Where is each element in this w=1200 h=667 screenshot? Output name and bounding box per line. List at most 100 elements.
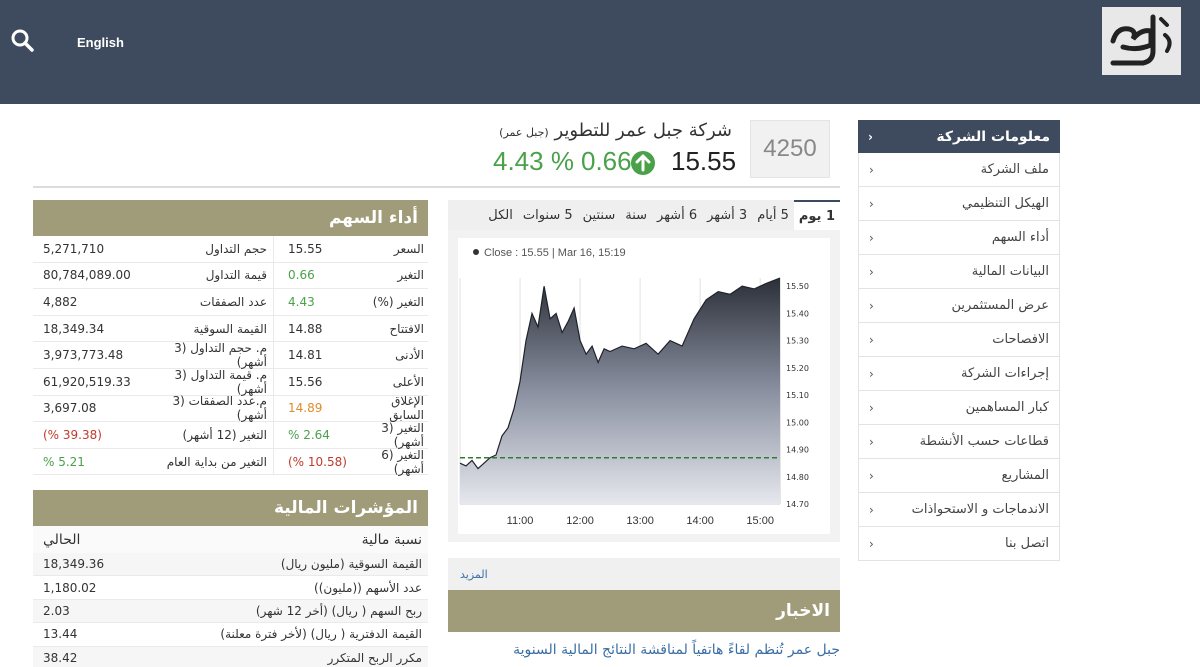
chevron-left-icon: ‹ bbox=[869, 366, 874, 381]
company-name: شركة جبل عمر للتطوير (جبل عمر) bbox=[499, 120, 732, 141]
price-change-pct: 4.43 % bbox=[493, 146, 574, 176]
metric-value: 4.43 bbox=[288, 294, 315, 309]
last-price: 15.55 bbox=[671, 146, 737, 176]
ratio-value: 1,180.02 bbox=[43, 580, 97, 595]
x-tick-label: 12:00 bbox=[566, 515, 594, 527]
table-row: عدد الأسهم ((مليون)) 1,180.02 bbox=[33, 576, 428, 600]
metric-value: 3,697.08 bbox=[43, 401, 97, 416]
column-separator bbox=[273, 395, 278, 422]
ratio-label: عدد الأسهم ((مليون)) bbox=[314, 580, 422, 595]
price-chart-svg: 15.50 15.40 15.30 15.20 15.10 15.00 14.90 14.80… bbox=[458, 238, 830, 534]
chevron-left-icon: ‹ bbox=[869, 332, 874, 347]
metric-label: التغير (6 أشهر) bbox=[381, 447, 424, 476]
sidebar-item-label: الهيكل التنظيمي bbox=[961, 196, 1049, 211]
language-switch-link[interactable]: English bbox=[77, 35, 124, 50]
metric-label: الأدنى bbox=[395, 348, 424, 363]
chevron-left-icon: ‹ bbox=[869, 468, 874, 483]
y-tick-label: 14.80 bbox=[786, 473, 809, 482]
metric-label: التغير bbox=[397, 268, 424, 283]
table-row: الافتتاح 14.88 القيمة السوقية 18,349.34 bbox=[33, 315, 428, 343]
ratio-value: 13.44 bbox=[43, 627, 78, 642]
metric-label: القيمة السوقية bbox=[193, 321, 267, 336]
sidebar-item-label: الافصاحات bbox=[992, 332, 1049, 347]
chevron-left-icon: ‹ bbox=[868, 129, 873, 144]
chart-tab[interactable]: الكل bbox=[483, 200, 518, 230]
y-tick-label: 15.00 bbox=[786, 418, 809, 427]
omar-logo-icon[interactable] bbox=[1102, 7, 1181, 75]
sidebar-item-label: الاندماجات و الاستحواذات bbox=[911, 502, 1049, 517]
financial-title: المؤشرات المالية bbox=[33, 490, 428, 526]
news-more-link[interactable]: المزيد bbox=[460, 568, 488, 581]
chart-tab[interactable]: 6 أشهر bbox=[652, 200, 702, 230]
chart-tab[interactable]: 1 يوم bbox=[793, 200, 840, 230]
metric-value: (10.58 %) bbox=[288, 454, 347, 469]
chart-tab[interactable]: 3 أشهر bbox=[702, 200, 752, 230]
sidebar-item-label: اتصل بنا bbox=[1005, 536, 1049, 551]
sidebar-item[interactable]: ملف الشركة ‹ bbox=[858, 153, 1060, 187]
table-row: الإغلاق السابق 14.89 م.عدد الصفقات (3 أشهر… bbox=[33, 394, 428, 423]
metric-value: 14.89 bbox=[288, 401, 323, 416]
financial-table: نسبة مالية الحالي القيمة السوقية (مليون … bbox=[33, 526, 428, 667]
performance-title: أداء السهم bbox=[33, 200, 428, 236]
sidebar-item[interactable]: الهيكل التنظيمي ‹ bbox=[858, 187, 1060, 221]
metric-value: 2.64 % bbox=[288, 427, 330, 442]
column-separator bbox=[273, 236, 278, 262]
divider bbox=[33, 186, 840, 188]
chart-tab[interactable]: 5 أيام bbox=[752, 200, 794, 230]
top-bar bbox=[0, 0, 1200, 104]
metric-label: التغير (3 أشهر) bbox=[381, 420, 424, 449]
chevron-left-icon: ‹ bbox=[869, 434, 874, 449]
metric-label: م. قيمة التداول (3 أشهر) bbox=[174, 367, 268, 396]
sidebar-item[interactable]: الاندماجات و الاستحواذات ‹ bbox=[858, 493, 1060, 527]
sidebar-item[interactable]: عرض المستثمرين ‹ bbox=[858, 289, 1060, 323]
column-separator bbox=[273, 448, 278, 475]
sidebar-item-label: عرض المستثمرين bbox=[951, 298, 1049, 313]
financial-header-row: نسبة مالية الحالي bbox=[33, 526, 428, 553]
sidebar-item-label: قطاعات حسب الأنشطة bbox=[919, 434, 1049, 449]
metric-value: 4,882 bbox=[43, 294, 78, 309]
table-row: القيمة الدفترية ( ريال) (لأخر فترة معلنة… bbox=[33, 623, 428, 647]
chart-tab[interactable]: سنة bbox=[620, 200, 652, 230]
metric-value: 18,349.34 bbox=[43, 321, 105, 336]
metric-label: السعر bbox=[393, 241, 424, 256]
x-tick-label: 11:00 bbox=[507, 515, 534, 527]
chevron-left-icon: ‹ bbox=[869, 536, 874, 551]
metric-value: 5,271,710 bbox=[43, 241, 105, 256]
sidebar-item[interactable]: أداء السهم ‹ bbox=[858, 221, 1060, 255]
metric-value: 14.81 bbox=[288, 348, 323, 363]
sidebar-item[interactable]: كبار المساهمين ‹ bbox=[858, 391, 1060, 425]
search-icon[interactable] bbox=[10, 28, 36, 54]
news-item[interactable]: جبل عمر تُنظم لقاءً هاتفياً لمناقشة النت… bbox=[448, 640, 840, 660]
sidebar-item-label: ملف الشركة bbox=[980, 162, 1049, 177]
y-tick-label: 15.40 bbox=[786, 309, 809, 318]
chevron-left-icon: ‹ bbox=[869, 264, 874, 279]
y-tick-label: 15.50 bbox=[786, 282, 809, 291]
column-separator bbox=[273, 422, 278, 448]
price-change: 0.66 bbox=[581, 146, 632, 176]
sidebar-item[interactable]: قطاعات حسب الأنشطة ‹ bbox=[858, 425, 1060, 459]
sidebar-item[interactable]: الافصاحات ‹ bbox=[858, 323, 1060, 357]
column-separator bbox=[273, 368, 278, 395]
metric-label: التغير من بداية العام bbox=[166, 454, 267, 469]
arrow-up-icon bbox=[631, 151, 655, 175]
col-ratio-header: نسبة مالية bbox=[361, 531, 422, 548]
table-row: الأعلى 15.56 م. قيمة التداول (3 أشهر) 61,92… bbox=[33, 367, 428, 396]
chevron-left-icon: ‹ bbox=[869, 298, 874, 313]
ratio-value: 38.42 bbox=[43, 650, 78, 665]
sidebar-item[interactable]: اتصل بنا ‹ bbox=[858, 527, 1060, 561]
chart-tab[interactable]: 5 سنوات bbox=[518, 200, 578, 230]
metric-label: م.عدد الصفقات (3 أشهر) bbox=[172, 394, 268, 423]
sidebar-item[interactable]: البيانات المالية ‹ bbox=[858, 255, 1060, 289]
ratio-label: مكرر الربح المتكرر bbox=[327, 650, 422, 665]
ratio-label: القيمة الدفترية ( ريال) (لأخر فترة معلنة… bbox=[220, 627, 422, 642]
sidebar-title[interactable]: معلومات الشركة ‹ bbox=[858, 120, 1060, 153]
sidebar-item[interactable]: المشاريع ‹ bbox=[858, 459, 1060, 493]
news-more-bar: المزيد bbox=[448, 558, 840, 590]
chart-tab[interactable]: سنتين bbox=[578, 200, 621, 230]
table-row: القيمة السوقية (مليون ريال) 18,349.36 bbox=[33, 553, 428, 577]
sidebar-item[interactable]: إجراءات الشركة ‹ bbox=[858, 357, 1060, 391]
table-row: التغير (3 أشهر) 2.64 % التغير (12 أشهر) (39… bbox=[33, 420, 428, 449]
company-short-name: (جبل عمر) bbox=[499, 126, 549, 139]
metric-label: م. حجم التداول (3 أشهر) bbox=[174, 341, 267, 370]
metric-value: (39.38 %) bbox=[43, 427, 102, 442]
